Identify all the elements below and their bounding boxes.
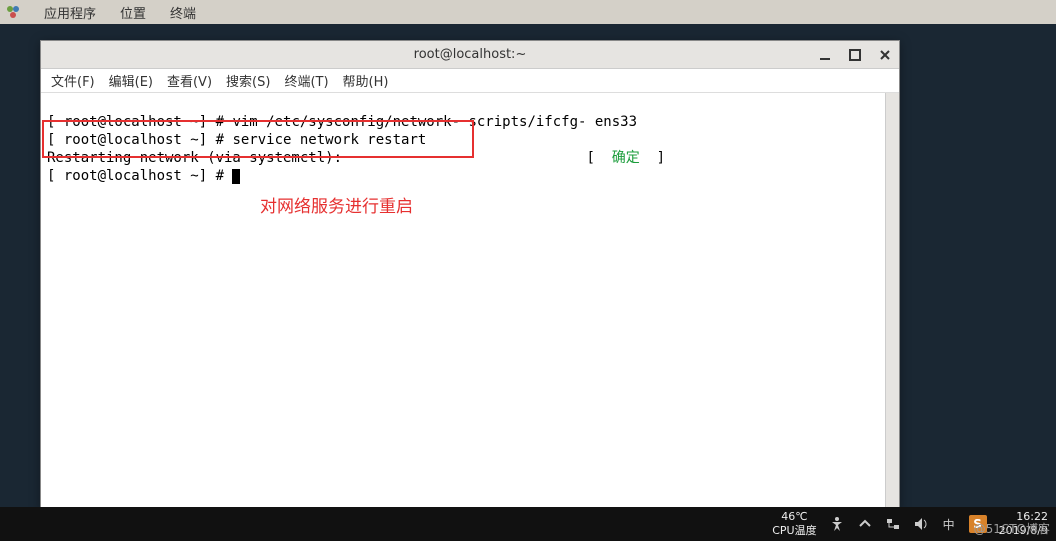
language-indicator[interactable]: 中 <box>941 516 957 532</box>
minimize-button[interactable] <box>817 47 833 63</box>
annotation-text: 对网络服务进行重启 <box>260 192 413 217</box>
chevron-up-icon[interactable] <box>857 516 873 532</box>
window-title: root@localhost:~ <box>414 47 527 62</box>
status-bracket-left: [ <box>586 150 611 166</box>
scrollbar[interactable] <box>885 93 899 509</box>
accessibility-icon[interactable] <box>829 516 845 532</box>
desktop-menu-apps[interactable]: 应用程序 <box>40 1 100 24</box>
menu-terminal[interactable]: 终端(T) <box>284 71 328 90</box>
cpu-temp-label: CPU温度 <box>772 524 816 538</box>
terminal-menubar: 文件(F) 编辑(E) 查看(V) 搜索(S) 终端(T) 帮助(H) <box>41 69 899 93</box>
menu-help[interactable]: 帮助(H) <box>343 71 389 90</box>
command-2: service network restart <box>232 132 426 148</box>
prompt-1: [ root@localhost ~] # <box>47 114 232 130</box>
cpu-temp-widget[interactable]: 46℃ CPU温度 <box>772 510 816 538</box>
volume-icon[interactable] <box>913 516 929 532</box>
cpu-temp-value: 46℃ <box>772 510 816 524</box>
taskbar: 46℃ CPU温度 中 S 16:22 2019/8/9 <box>0 507 1056 541</box>
window-buttons <box>817 41 893 68</box>
menu-edit[interactable]: 编辑(E) <box>109 71 153 90</box>
desktop-menu-places[interactable]: 位置 <box>116 1 150 24</box>
cursor-icon <box>232 169 240 184</box>
menu-view[interactable]: 查看(V) <box>167 71 212 90</box>
terminal-body[interactable]: [ root@localhost ~] # vim /etc/sysconfig… <box>41 93 899 509</box>
apps-icon <box>6 5 20 19</box>
desktop-menubar: 应用程序 位置 终端 <box>0 0 1056 24</box>
desktop-menu-terminal[interactable]: 终端 <box>166 1 200 24</box>
maximize-button[interactable] <box>847 47 863 63</box>
status-bracket-right: ] <box>640 150 665 166</box>
status-ok: 确定 <box>612 150 640 166</box>
output-restart-msg: Restarting network (via systemctl): <box>47 150 342 166</box>
terminal-window: root@localhost:~ 文件(F) 编辑(E) 查看(V) 搜索(S)… <box>40 40 900 510</box>
menu-file[interactable]: 文件(F) <box>51 71 95 90</box>
network-icon[interactable] <box>885 516 901 532</box>
prompt-2: [ root@localhost ~] # <box>47 132 232 148</box>
window-titlebar[interactable]: root@localhost:~ <box>41 41 899 69</box>
menu-search[interactable]: 搜索(S) <box>226 71 270 90</box>
close-button[interactable] <box>877 47 893 63</box>
prompt-3: [ root@localhost ~] # <box>47 168 232 184</box>
watermark: @51CTO博客 <box>974 520 1050 537</box>
command-1: vim /etc/sysconfig/network- scripts/ifcf… <box>232 114 637 130</box>
